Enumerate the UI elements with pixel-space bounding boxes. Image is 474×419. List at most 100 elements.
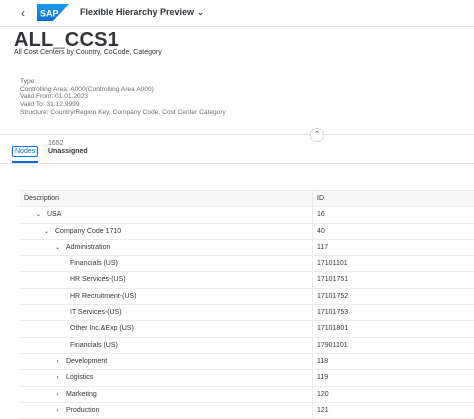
table-body: ⌄ USA 16 ⌄ Company Code 1710 40 ⌄ Administratio…: [20, 207, 474, 419]
back-button[interactable]: ‹: [16, 6, 30, 20]
table-row[interactable]: ⌄ Administration 117: [20, 239, 474, 257]
table-row[interactable]: Financials (US) 17901101: [20, 337, 474, 354]
table-row[interactable]: HR Services-(US) 17101751: [20, 272, 474, 289]
unassigned-label: Unassigned: [48, 148, 88, 155]
node-id: 117: [317, 243, 329, 251]
table-row[interactable]: ⌄ Company Code 1710 40: [20, 223, 474, 240]
tab-bar-divider: [0, 163, 474, 164]
node-id: 17101753: [317, 309, 349, 317]
description-content: HR Recruitment-(US): [70, 289, 137, 304]
description-content: ⌄ USA: [34, 207, 61, 222]
collapse-node-icon[interactable]: ⌄: [42, 225, 51, 240]
tab-unassigned[interactable]: 1652 Unassigned: [48, 140, 88, 155]
table-header-row: Description ID: [20, 191, 474, 208]
app-title: Flexible Hierarchy Preview: [80, 7, 195, 17]
collapse-node-icon[interactable]: ⌄: [53, 241, 62, 256]
description-cell: › Marketing: [20, 386, 313, 402]
sap-logo-text: SAP: [40, 9, 59, 19]
node-id: 17101101: [317, 260, 348, 268]
description-cell: HR Recruitment-(US): [20, 288, 313, 305]
app-title-menu[interactable]: Flexible Hierarchy Preview ⌄: [80, 7, 204, 17]
node-description: Company Code 1710: [55, 227, 122, 235]
description-cell: IT Services-(US): [20, 305, 313, 321]
description-content: ⌄ Administration: [53, 240, 110, 255]
unassigned-count: 1652: [48, 140, 64, 147]
node-description: Development: [66, 357, 108, 365]
node-id: 16: [317, 211, 325, 219]
expand-node-icon[interactable]: ›: [53, 388, 62, 403]
table-row[interactable]: IT Services-(US) 17101753: [20, 305, 474, 322]
table-row[interactable]: HR Recruitment-(US) 17101752: [20, 288, 474, 306]
node-id: 120: [317, 390, 329, 398]
hierarchy-attributes: Type: Controlling Area: A000(Controlling…: [20, 78, 226, 117]
node-description: Marketing: [66, 390, 97, 398]
description-cell: › Development: [20, 353, 313, 370]
node-id: 17101752: [317, 292, 349, 300]
description-cell: Financials (US): [20, 256, 313, 272]
meta-controlling-area: Controlling Area: A000(Controlling Area …: [20, 85, 154, 93]
page-subtitle: All Cost Centers by Country, CoCode, Cat…: [14, 49, 162, 56]
meta-valid-to: Valid To: 31.12.9999: [20, 101, 80, 109]
description-content: › Marketing: [53, 387, 97, 402]
node-id: 118: [317, 357, 329, 365]
node-description: HR Recruitment-(US): [70, 292, 137, 300]
node-description: USA: [47, 211, 62, 219]
node-id: 17101801: [317, 325, 349, 333]
shell-bar: ‹ SAP Flexible Hierarchy Preview ⌄: [0, 0, 474, 27]
description-content: HR Services-(US): [70, 272, 126, 287]
node-description: HR Services-(US): [70, 276, 126, 284]
description-cell: HR Services-(US): [20, 272, 313, 288]
expand-node-icon[interactable]: ›: [53, 404, 62, 419]
header-divider: [0, 134, 474, 135]
expand-node-icon[interactable]: ›: [53, 355, 62, 370]
table-row[interactable]: › Production 121: [20, 402, 474, 419]
table-row[interactable]: Other Inc.&Exp (US) 17101801: [20, 321, 474, 338]
node-description: Financials (US): [70, 341, 118, 349]
table-row[interactable]: Financials (US) 17101101: [20, 256, 474, 273]
node-id: 121: [317, 406, 329, 414]
description-content: ⌄ Company Code 1710: [42, 224, 121, 239]
node-description: IT Services-(US): [70, 309, 122, 317]
meta-type: Type:: [20, 78, 37, 85]
description-cell: ⌄ USA: [20, 207, 313, 223]
tab-nodes[interactable]: Nodes: [12, 146, 39, 157]
collapse-header-button[interactable]: ⌃: [310, 128, 324, 142]
description-cell: Other Inc.&Exp (US): [20, 321, 313, 337]
meta-valid-from: Valid From: 01.01.2023: [20, 93, 89, 101]
column-header-id[interactable]: ID: [317, 191, 324, 206]
description-content: IT Services-(US): [70, 305, 122, 320]
node-description: Other Inc.&Exp (US): [70, 325, 134, 333]
table-row[interactable]: › Logistics 119: [20, 370, 474, 387]
description-cell: ⌄ Company Code 1710: [20, 223, 313, 239]
node-id: 40: [317, 227, 325, 235]
table-row[interactable]: › Development 118: [20, 353, 474, 371]
meta-structure: Structure: Country/Region Key, Company C…: [20, 108, 226, 116]
node-id: 17901101: [317, 341, 348, 349]
description-cell: ⌄ Administration: [20, 239, 313, 256]
expand-node-icon[interactable]: ›: [53, 371, 62, 386]
node-id: 119: [317, 374, 329, 382]
description-content: › Development: [53, 354, 108, 370]
table-row[interactable]: ⌄ USA 16: [20, 207, 474, 224]
node-id: 17101751: [317, 276, 349, 284]
table-row[interactable]: › Marketing 120: [20, 386, 474, 403]
chevron-up-icon: ⌃: [314, 131, 320, 138]
description-cell: › Logistics: [20, 370, 313, 386]
description-cell: Financials (US): [20, 337, 313, 353]
chevron-left-icon: ‹: [21, 6, 25, 20]
description-cell: › Production: [20, 402, 313, 419]
sap-logo: SAP: [37, 4, 69, 21]
node-description: Logistics: [66, 374, 94, 382]
node-description: Financials (US): [70, 260, 118, 268]
chevron-down-icon: ⌄: [197, 8, 204, 17]
description-content: Financials (US): [70, 338, 118, 353]
description-content: › Production: [53, 403, 100, 419]
node-description: Administration: [66, 243, 111, 251]
column-header-description[interactable]: Description: [24, 191, 59, 206]
description-content: Financials (US): [70, 256, 118, 271]
description-content: › Logistics: [53, 370, 94, 386]
hierarchy-table: Description ID ⌄ USA 16 ⌄ Company Code 1710 4…: [20, 190, 474, 419]
description-content: Other Inc.&Exp (US): [70, 321, 134, 336]
collapse-node-icon[interactable]: ⌄: [34, 208, 43, 223]
node-description: Production: [66, 406, 100, 414]
